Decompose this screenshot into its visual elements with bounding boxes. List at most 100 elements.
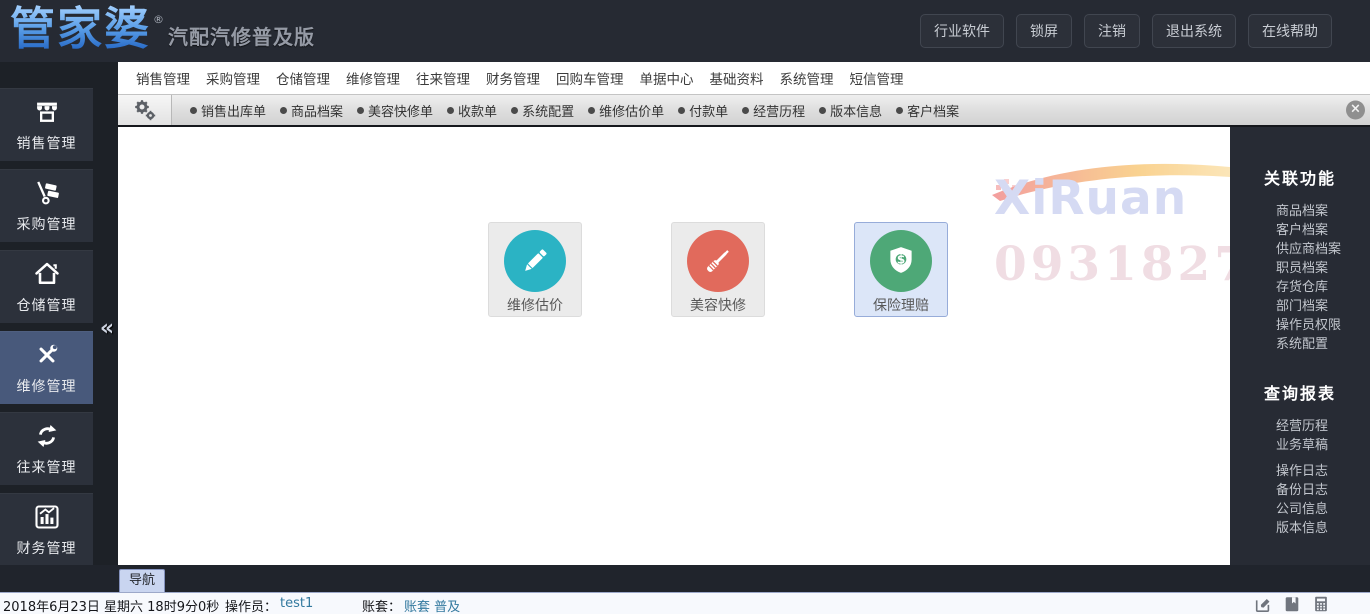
divider: [1230, 455, 1370, 462]
operator-value: test1: [280, 596, 314, 611]
right-panel: 关联功能 商品档案 客户档案 供应商档案 职员档案 存货仓库 部门档案 操作员权…: [1230, 127, 1370, 592]
rp-item-operator-permissions[interactable]: 操作员权限: [1230, 316, 1370, 335]
bottom-strip: 导航: [0, 565, 1370, 592]
rp-item-staff-files[interactable]: 职员档案: [1230, 259, 1370, 278]
tile-beauty-quick-repair[interactable]: 美容快修: [671, 222, 765, 317]
tools-icon: [39, 344, 57, 362]
tile-insurance-claim[interactable]: $ 保险理赔: [854, 222, 948, 317]
menu-documents[interactable]: 单据中心: [638, 64, 696, 92]
rp-item-product-files[interactable]: 商品档案: [1230, 202, 1370, 221]
rp-item-customer-files[interactable]: 客户档案: [1230, 221, 1370, 240]
shortcut-beauty-quick-repair[interactable]: 美容快修单: [357, 101, 433, 120]
calculator-icon[interactable]: [1312, 595, 1330, 613]
svg-text:$: $: [897, 253, 905, 267]
bullet-icon: [896, 106, 904, 114]
status-icons: [1254, 595, 1330, 613]
registered-mark: ®: [153, 12, 165, 26]
shortcut-version-info[interactable]: 版本信息: [819, 101, 882, 120]
menu-contacts[interactable]: 往来管理: [414, 64, 472, 92]
sidebar-collapse-button[interactable]: «: [96, 305, 118, 351]
bullet-icon: [678, 106, 686, 114]
sidebar-item-sales[interactable]: 销售管理: [0, 88, 93, 161]
shortcut-product-files[interactable]: 商品档案: [280, 101, 343, 120]
menu-buyback[interactable]: 回购车管理: [554, 64, 626, 92]
shortcut-business-history[interactable]: 经营历程: [742, 101, 805, 120]
account-value: 账套 普及: [404, 600, 461, 614]
rp-item-backup-log[interactable]: 备份日志: [1230, 481, 1370, 500]
menu-finance[interactable]: 财务管理: [484, 64, 542, 92]
house-icon: [34, 262, 59, 284]
rp-item-company-info[interactable]: 公司信息: [1230, 500, 1370, 519]
sidebar-item-contacts[interactable]: 往来管理: [0, 412, 93, 485]
toolbar-settings-button[interactable]: [118, 95, 172, 125]
bullet-icon: [280, 106, 288, 114]
left-sidebar: 销售管理 采购管理 仓储管理 维修管理 往来管理 财务管理: [0, 88, 93, 574]
menu-repair[interactable]: 维修管理: [344, 64, 402, 92]
industry-software-button[interactable]: 行业软件: [920, 14, 1004, 48]
rp-item-operation-log[interactable]: 操作日志: [1230, 462, 1370, 481]
gears-icon: [134, 100, 155, 121]
shortcut-repair-estimate[interactable]: 维修估价单: [588, 101, 664, 120]
rp-item-system-config[interactable]: 系统配置: [1230, 335, 1370, 354]
bullet-icon: [511, 106, 519, 114]
bullet-icon: [190, 106, 197, 114]
online-help-button[interactable]: 在线帮助: [1248, 14, 1332, 48]
sidebar-item-finance[interactable]: 财务管理: [0, 493, 93, 566]
tile-repair-estimate[interactable]: 维修估价: [488, 222, 582, 317]
brand-logo: 管家婆 ® 汽配汽修普及版: [10, 4, 315, 54]
storefront-icon: [36, 102, 57, 122]
app-window: 管家婆 ® 汽配汽修普及版 行业软件 锁屏 注销 退出系统 在线帮助 销售管理 …: [0, 0, 1370, 614]
edit-note-icon[interactable]: [1254, 595, 1272, 613]
bullet-icon: [742, 106, 750, 114]
shortcut-list: 销售出库单 商品档案 美容快修单 收款单 系统配置 维修估价单 付款单 经营历程…: [172, 101, 959, 120]
shortcut-toolbar: 销售出库单 商品档案 美容快修单 收款单 系统配置 维修估价单 付款单 经营历程…: [118, 94, 1370, 127]
lock-screen-button[interactable]: 锁屏: [1016, 14, 1072, 48]
bullet-icon: [447, 106, 455, 114]
chevron-left-icon: «: [99, 315, 115, 341]
bar-chart-icon: [34, 504, 59, 529]
menu-basic-data[interactable]: 基础资料: [708, 64, 766, 92]
pencil-icon: [504, 230, 566, 292]
book-bookmark-icon[interactable]: [1283, 595, 1301, 613]
screwdriver-icon: [687, 230, 749, 292]
menu-warehouse[interactable]: 仓储管理: [274, 64, 332, 92]
status-bar: 2018年6月23日 星期六 18时9分0秒 操作员： test1 账套： 账套…: [0, 592, 1370, 614]
logo-subtitle: 汽配汽修普及版: [168, 24, 316, 49]
shortcut-customer-files[interactable]: 客户档案: [896, 101, 959, 120]
bullet-icon: [819, 106, 827, 114]
header-buttons: 行业软件 锁屏 注销 退出系统 在线帮助: [920, 14, 1332, 48]
menu-system[interactable]: 系统管理: [778, 64, 836, 92]
rp-item-version-info[interactable]: 版本信息: [1230, 519, 1370, 538]
menu-sms[interactable]: 短信管理: [848, 64, 906, 92]
app-header: 管家婆 ® 汽配汽修普及版 行业软件 锁屏 注销 退出系统 在线帮助: [0, 0, 1370, 62]
shortcut-system-config[interactable]: 系统配置: [511, 101, 574, 120]
shortcut-payment[interactable]: 付款单: [678, 101, 728, 120]
logout-button[interactable]: 注销: [1084, 14, 1140, 48]
main-workspace: XiRuan 09318271110 维修估价 美容快修 $ 保险理赔: [118, 127, 1370, 565]
bullet-icon: [357, 106, 365, 114]
related-functions-title: 关联功能: [1263, 169, 1336, 188]
shortcut-receipt[interactable]: 收款单: [447, 101, 497, 120]
sidebar-item-repair[interactable]: 维修管理: [0, 331, 93, 404]
menu-sales[interactable]: 销售管理: [134, 64, 192, 92]
watermark-brand: XiRuan: [994, 171, 1188, 226]
menu-purchase[interactable]: 采购管理: [204, 64, 262, 92]
account-label: 账套：: [362, 600, 402, 614]
main-menu-bar: 销售管理 采购管理 仓储管理 维修管理 往来管理 财务管理 回购车管理 单据中心…: [118, 62, 1370, 94]
circular-arrows-icon: [37, 424, 56, 447]
sidebar-item-purchase[interactable]: 采购管理: [0, 169, 93, 242]
operator-label: 操作员：: [225, 600, 278, 614]
rp-item-stock-warehouse[interactable]: 存货仓库: [1230, 278, 1370, 297]
nav-tab[interactable]: 导航: [119, 569, 166, 592]
logo-text: 管家婆: [10, 2, 152, 55]
rp-item-business-history[interactable]: 经营历程: [1230, 417, 1370, 436]
status-datetime: 2018年6月23日 星期六 18时9分0秒: [3, 600, 220, 614]
shortcut-sales-delivery[interactable]: 销售出库单: [190, 101, 266, 120]
rp-item-department-files[interactable]: 部门档案: [1230, 297, 1370, 316]
rp-item-business-draft[interactable]: 业务草稿: [1230, 436, 1370, 455]
exit-system-button[interactable]: 退出系统: [1152, 14, 1236, 48]
sidebar-item-warehouse[interactable]: 仓储管理: [0, 250, 93, 323]
close-icon[interactable]: ×: [1346, 100, 1365, 120]
rp-item-supplier-files[interactable]: 供应商档案: [1230, 240, 1370, 259]
handtruck-icon: [36, 180, 59, 204]
